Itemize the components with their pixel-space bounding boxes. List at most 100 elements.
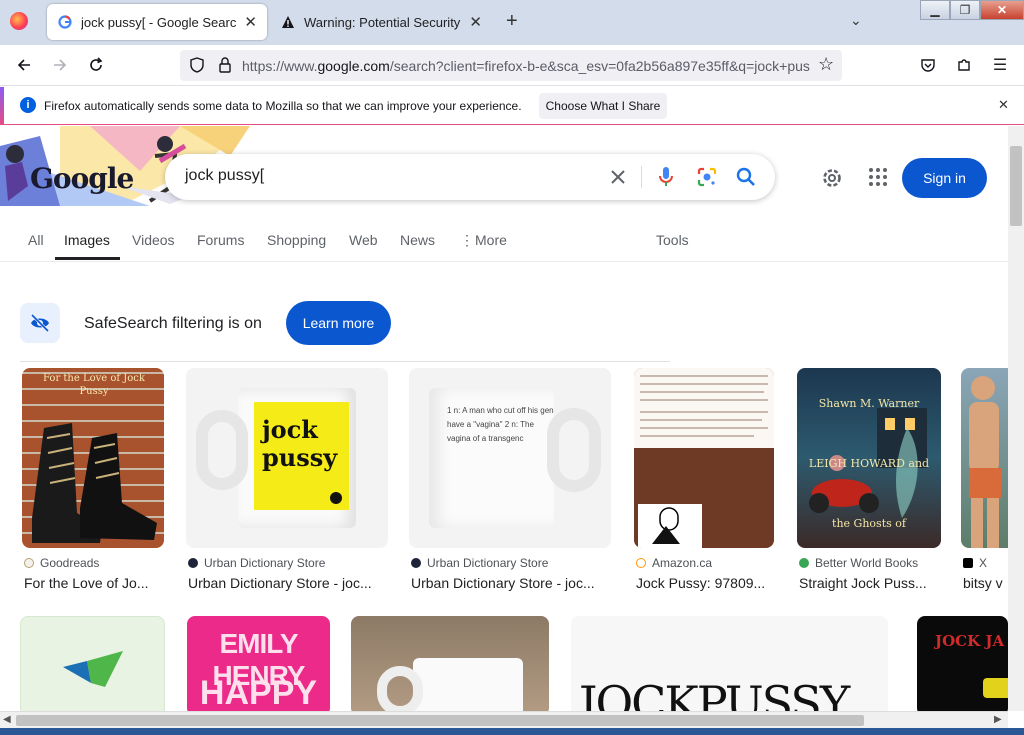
result-title[interactable]: Straight Jock Puss... — [799, 575, 943, 591]
amazon-icon — [636, 558, 646, 568]
tab-tools[interactable]: Tools — [656, 232, 689, 248]
tab-videos[interactable]: Videos — [132, 232, 175, 248]
urban-dictionary-icon — [188, 558, 198, 568]
more-vertical-dots-icon[interactable]: ⋮ — [460, 232, 474, 249]
sign-in-button[interactable]: Sign in — [902, 158, 987, 198]
new-tab-button[interactable]: + — [506, 10, 518, 33]
search-magnifier-icon[interactable] — [734, 165, 758, 189]
os-taskbar — [0, 728, 1024, 735]
voice-search-mic-icon[interactable] — [654, 165, 678, 189]
tab-images[interactable]: Images — [64, 232, 110, 248]
url-text[interactable]: https://www.google.com/search?client=fir… — [242, 58, 812, 74]
reload-icon[interactable] — [84, 53, 108, 77]
yellow-object — [983, 678, 1008, 698]
hamburger-menu-icon[interactable]: ☰ — [988, 53, 1012, 77]
google-apps-grid-icon[interactable] — [867, 166, 889, 193]
vertical-scrollbar[interactable] — [1008, 126, 1024, 711]
url-bar[interactable]: https://www.google.com/search?client=fir… — [180, 50, 842, 81]
scroll-thumb[interactable] — [1010, 146, 1022, 226]
tab-news[interactable]: News — [400, 232, 435, 248]
tab-web[interactable]: Web — [349, 232, 378, 248]
scroll-left-arrow-icon[interactable]: ◀ — [3, 714, 11, 725]
horizontal-scrollbar[interactable]: ◀ ▶ — [0, 711, 1008, 728]
tab-more[interactable]: More — [475, 232, 507, 248]
search-box[interactable]: jock pussy[ — [165, 154, 775, 200]
goodreads-icon — [24, 558, 34, 568]
active-tab-indicator — [55, 257, 120, 260]
search-query[interactable]: jock pussy[ — [185, 167, 264, 185]
clear-search-icon[interactable] — [606, 165, 630, 189]
maximize-button[interactable]: ❐ — [950, 0, 980, 20]
source-name: Better World Books — [815, 556, 919, 570]
image-result[interactable] — [351, 616, 549, 711]
cover-text: Shawn M. Warner LEIGH HOWARD and the Gho… — [808, 397, 930, 530]
browser-tab-bar: jock pussy[ - Google Search ✕ Warning: P… — [0, 0, 1024, 45]
cover-title-text: For the Love of Jock Pussy — [43, 373, 145, 397]
book-title-text: HAPPY — [199, 674, 318, 711]
scroll-right-arrow-icon[interactable]: ▶ — [994, 714, 1002, 725]
pocket-icon[interactable] — [916, 53, 940, 77]
site-permissions-icon[interactable] — [216, 56, 234, 79]
result-thumbnail[interactable] — [634, 368, 774, 548]
image-result[interactable] — [20, 616, 165, 711]
tab-forums[interactable]: Forums — [197, 232, 244, 248]
firefox-logo-icon[interactable] — [10, 12, 28, 30]
notification-text: Firefox automatically sends some data to… — [44, 99, 522, 113]
source-name: Goodreads — [40, 556, 100, 570]
result-thumbnail[interactable]: For the Love of Jock Pussy — [22, 368, 164, 548]
doodle-logo-text: Google — [30, 162, 134, 195]
mug-photo — [413, 658, 523, 711]
extensions-puzzle-icon[interactable] — [952, 53, 976, 77]
scroll-thumb[interactable] — [16, 715, 864, 726]
result-title[interactable]: Urban Dictionary Store - joc... — [411, 575, 611, 591]
result-thumbnail[interactable]: jock pussy — [186, 368, 388, 548]
info-icon: i — [20, 97, 36, 113]
source-name: Urban Dictionary Store — [427, 556, 549, 570]
image-result[interactable]: EMILY HENRY HAPPY — [187, 616, 330, 711]
choose-what-i-share-button[interactable]: Choose What I Share — [539, 93, 667, 119]
settings-gear-icon[interactable] — [820, 166, 844, 195]
tab-title: Warning: Potential Security Risk — [304, 14, 461, 30]
back-arrow-icon[interactable] — [12, 53, 36, 77]
mug-handle — [196, 410, 248, 490]
data-collection-notification: i Firefox automatically sends some data … — [0, 87, 1024, 125]
image-result[interactable]: JOCKPUSSY — [571, 616, 888, 711]
mug-handle — [547, 408, 601, 492]
tab-all[interactable]: All — [28, 232, 44, 248]
source-name: Urban Dictionary Store — [204, 556, 326, 570]
source-name: Amazon.ca — [652, 556, 713, 570]
close-window-button[interactable]: ✕ — [980, 0, 1024, 20]
bookmark-star-icon[interactable]: ☆ — [818, 54, 834, 75]
tracking-shield-icon[interactable] — [188, 56, 206, 79]
result-thumbnail[interactable]: 1 n: A man who cut off his gen have a "v… — [409, 368, 611, 548]
result-title[interactable]: bitsy v — [963, 575, 1008, 591]
mug-label-text: jock pussy — [262, 415, 338, 472]
image-result[interactable]: JOCK JA — [917, 616, 1008, 711]
safesearch-divider — [20, 361, 670, 362]
source-name: X — [979, 556, 988, 570]
book-text-page — [634, 368, 774, 448]
result-title[interactable]: Jock Pussy: 97809... — [636, 575, 776, 591]
tab-title: jock pussy[ - Google Search — [81, 14, 237, 30]
close-tab-icon[interactable]: ✕ — [469, 13, 482, 31]
ud-logo-icon — [330, 492, 342, 504]
minimize-button[interactable]: ▁ — [920, 0, 950, 20]
forward-arrow-icon[interactable] — [48, 53, 72, 77]
google-lens-icon[interactable] — [695, 165, 719, 189]
learn-more-button[interactable]: Learn more — [286, 301, 391, 345]
mug-definition-text: 1 n: A man who cut off his gen have a "v… — [447, 406, 554, 443]
urban-dictionary-icon — [411, 558, 421, 568]
tab-list-chevron-icon[interactable]: ⌄ — [850, 12, 862, 29]
result-thumbnail[interactable] — [961, 368, 1008, 548]
result-source: Urban Dictionary Store — [188, 556, 325, 570]
result-title[interactable]: Urban Dictionary Store - joc... — [188, 575, 388, 591]
close-tab-icon[interactable]: ✕ — [244, 13, 257, 31]
tab-google-search[interactable]: jock pussy[ - Google Search ✕ — [47, 4, 267, 40]
result-source: X — [963, 556, 987, 570]
result-thumbnail[interactable]: Shawn M. Warner LEIGH HOWARD and the Gho… — [797, 368, 941, 548]
close-notification-icon[interactable]: ✕ — [998, 97, 1009, 113]
google-images-page: Google jock pussy[ Sign in All Images Vi… — [0, 126, 1008, 711]
tab-shopping[interactable]: Shopping — [267, 232, 326, 248]
tab-security-warning[interactable]: Warning: Potential Security Risk ✕ — [270, 4, 492, 40]
result-title[interactable]: For the Love of Jo... — [24, 575, 174, 591]
